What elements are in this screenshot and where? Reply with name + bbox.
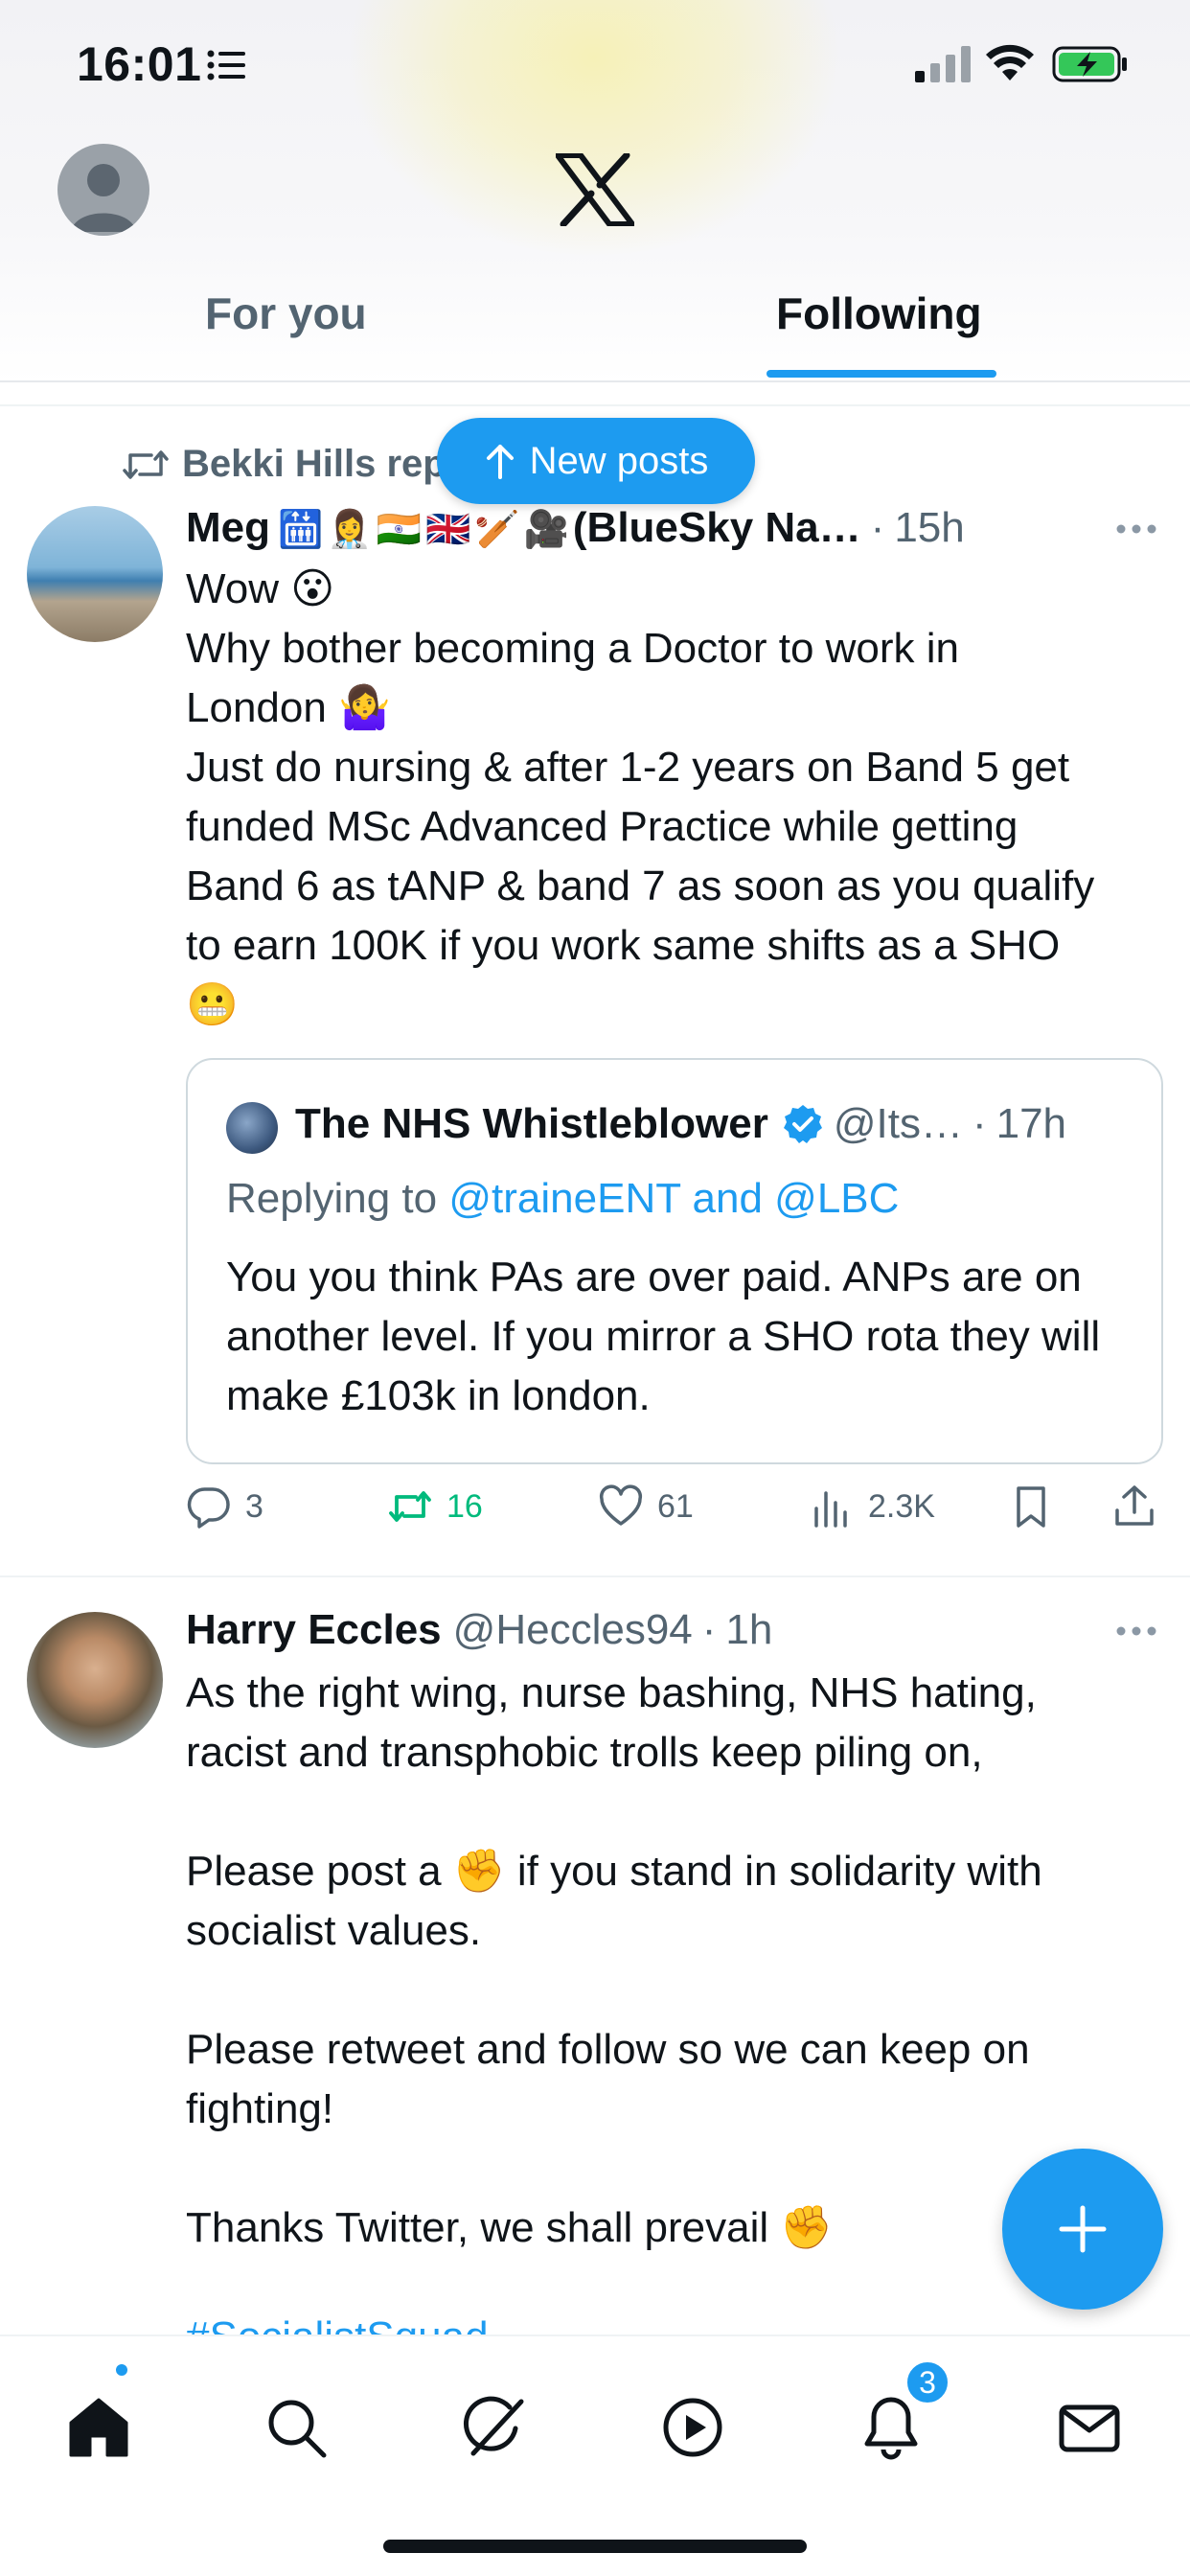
more-options-icon[interactable] [1115, 523, 1157, 535]
profile-avatar[interactable] [57, 144, 149, 236]
new-posts-label: New posts [529, 439, 709, 482]
home-indicator[interactable] [383, 2540, 807, 2553]
post-actions: 3 16 61 2.3K [186, 1484, 1173, 1541]
reply-mentions-link[interactable]: @traineENT and @LBC [448, 1175, 899, 1222]
author-name[interactable]: Harry Eccles [186, 1606, 442, 1654]
search-icon [268, 2400, 327, 2458]
verified-badge-icon [783, 1105, 822, 1143]
post-header: Harry Eccles @Heccles94 · 1h [186, 1606, 773, 1654]
tab-following[interactable]: Following [776, 288, 982, 339]
post-time[interactable]: 15h [894, 504, 964, 552]
like-count: 61 [657, 1487, 694, 1525]
author-name-suffix[interactable]: (BlueSky Na… [573, 504, 861, 552]
nav-messages[interactable] [1056, 2394, 1123, 2461]
reply-icon [187, 1487, 230, 1529]
wifi-icon [986, 44, 1034, 80]
views-chart-icon [814, 1491, 847, 1528]
envelope-icon [1059, 2404, 1120, 2452]
hashtag-link[interactable]: #SocialistSquad [186, 2313, 489, 2336]
quoted-author-avatar [226, 1102, 278, 1154]
home-icon [69, 2398, 128, 2457]
more-options-icon[interactable] [1115, 1625, 1157, 1637]
header-divider [0, 380, 1190, 382]
share-button[interactable] [1111, 1484, 1157, 1530]
quoted-author-name: The NHS Whistleblower [295, 1100, 768, 1147]
view-count: 2.3K [868, 1487, 935, 1525]
like-button[interactable]: 61 [598, 1484, 694, 1530]
bell-icon [864, 2397, 918, 2460]
post-header: Meg 🛗👩‍⚕️🇮🇳🇬🇧🏏🎥 (BlueSky Na… · 15h [186, 504, 965, 552]
bookmark-button[interactable] [1008, 1484, 1054, 1530]
quoted-post-header: The NHS Whistleblower @Its… · 17h [295, 1100, 1067, 1147]
post-text: Wow 😮 Why bother becoming a Doctor to wor… [186, 565, 1095, 1029]
heart-icon [599, 1484, 643, 1526]
nav-search[interactable] [263, 2394, 330, 2461]
repost-button[interactable]: 16 [387, 1484, 483, 1530]
battery-charging-icon [1052, 46, 1127, 82]
repost-count: 16 [446, 1487, 483, 1525]
replying-to: Replying to @traineENT and @LBC [226, 1175, 900, 1222]
bookmark-icon [1017, 1486, 1045, 1528]
quoted-post-time: 17h [995, 1100, 1067, 1147]
views-button[interactable]: 2.3K [809, 1484, 935, 1530]
reply-count: 3 [245, 1487, 263, 1525]
author-emojis: 🛗👩‍⚕️🇮🇳🇬🇧🏏🎥 [278, 508, 573, 550]
post-text: As the right wing, nurse bashing, NHS ha… [186, 1669, 1042, 2251]
list-icon [207, 50, 245, 80]
tab-for-you[interactable]: For you [205, 288, 367, 339]
author-name[interactable]: Meg [186, 504, 270, 552]
quoted-post[interactable]: The NHS Whistleblower @Its… · 17h Replyi… [186, 1058, 1163, 1464]
reply-button[interactable]: 3 [186, 1484, 263, 1530]
author-avatar[interactable] [27, 1612, 163, 1748]
repost-icon [123, 449, 169, 479]
post-time[interactable]: 1h [725, 1606, 772, 1654]
author-handle[interactable]: @Heccles94 [453, 1606, 693, 1654]
nav-grok[interactable] [462, 2394, 529, 2461]
cellular-signal-icon [915, 46, 971, 82]
nav-home[interactable] [65, 2394, 132, 2461]
post-divider [0, 1576, 1190, 1577]
grok-icon [463, 2396, 524, 2456]
play-circle-icon [663, 2398, 722, 2457]
repost-icon [389, 1491, 431, 1522]
home-unread-dot [113, 2361, 130, 2379]
feed-top-divider [0, 404, 1190, 406]
active-tab-indicator [767, 370, 996, 378]
nav-notifications[interactable] [858, 2394, 925, 2461]
new-posts-button[interactable]: New posts [437, 418, 755, 504]
share-icon [1115, 1485, 1154, 1526]
arrow-up-icon [486, 445, 514, 479]
quoted-post-text: You you think PAs are over paid. ANPs ar… [226, 1254, 1101, 1419]
nav-video[interactable] [659, 2394, 726, 2461]
plus-icon [1059, 2205, 1107, 2253]
quoted-author-handle: @Its… [833, 1100, 963, 1147]
author-avatar[interactable] [27, 506, 163, 642]
status-time: 16:01 [77, 37, 202, 91]
notification-count-badge: 3 [904, 2359, 950, 2405]
x-logo-icon [556, 153, 634, 226]
compose-post-button[interactable] [1002, 2149, 1163, 2310]
